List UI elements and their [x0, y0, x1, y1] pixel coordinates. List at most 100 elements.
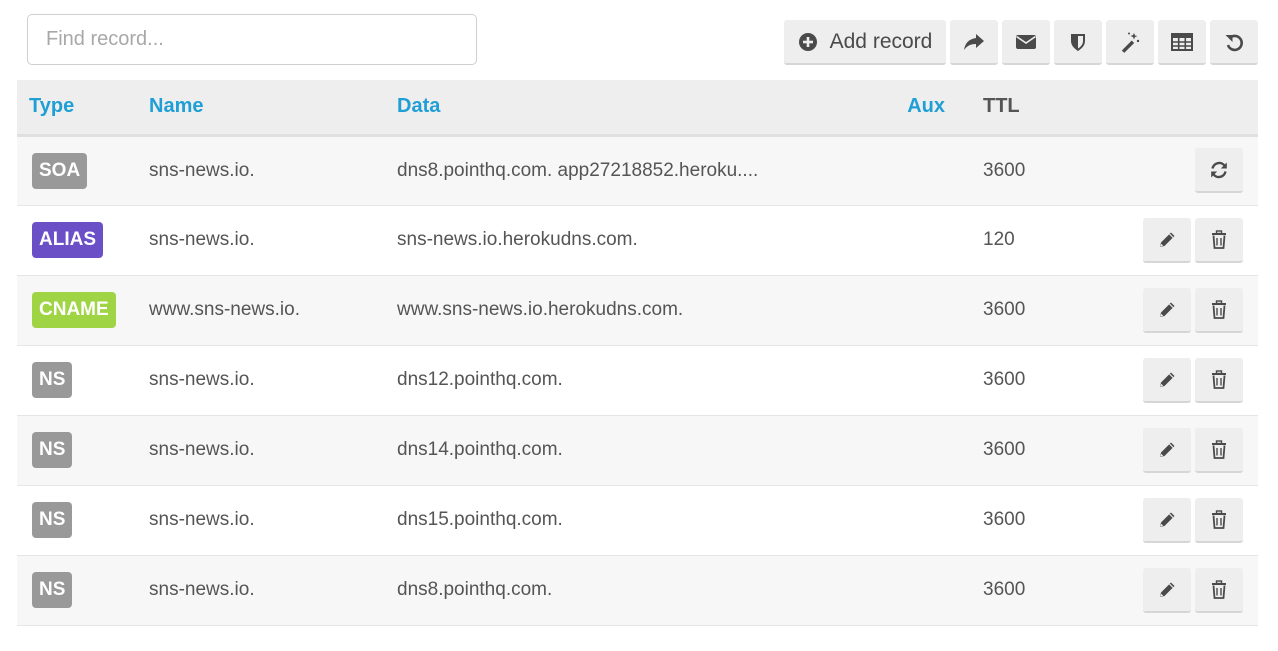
email-button[interactable] [1002, 20, 1050, 65]
edit-button[interactable] [1143, 427, 1191, 473]
column-header-data[interactable]: Data [397, 80, 890, 135]
column-header-actions [1103, 80, 1258, 135]
data-cell: dns15.pointhq.com. [397, 509, 563, 530]
edit-button[interactable] [1143, 357, 1191, 403]
type-cell: NS [17, 415, 149, 485]
record-type-badge: CNAME [32, 292, 116, 328]
table-icon [1171, 32, 1193, 51]
type-cell: NS [17, 345, 149, 415]
data-cell: dns12.pointhq.com. [397, 369, 563, 390]
name-cell: sns-news.io. [149, 439, 255, 460]
delete-button[interactable] [1195, 567, 1243, 613]
record-type-badge: NS [32, 502, 73, 538]
name-cell: sns-news.io. [149, 229, 255, 250]
templates-button[interactable] [1106, 20, 1154, 65]
zone-file-button[interactable] [1158, 20, 1206, 65]
pencil-icon [1158, 440, 1177, 459]
edit-button[interactable] [1143, 567, 1191, 613]
actions-cell [1103, 275, 1258, 345]
share-button[interactable] [950, 20, 998, 65]
trash-icon [1211, 229, 1227, 249]
pencil-icon [1158, 300, 1177, 319]
trash-icon [1211, 299, 1227, 319]
refresh-button[interactable] [1195, 148, 1243, 193]
delete-button[interactable] [1195, 427, 1243, 473]
trash-icon [1211, 439, 1227, 459]
column-header-name[interactable]: Name [149, 80, 397, 135]
records-table: Type Name Data Aux TTL SOA sns-news.io. … [17, 80, 1258, 626]
share-icon [964, 33, 984, 50]
plus-circle-icon [798, 32, 817, 51]
name-cell: www.sns-news.io. [149, 299, 300, 320]
record-type-badge: SOA [32, 152, 88, 189]
delete-button[interactable] [1195, 497, 1243, 543]
add-record-button[interactable]: Add record [784, 20, 946, 65]
toolbar: Add record [784, 20, 1258, 65]
delete-button[interactable] [1195, 357, 1243, 403]
name-cell: sns-news.io. [149, 579, 255, 600]
trash-icon [1211, 509, 1227, 529]
edit-button[interactable] [1143, 287, 1191, 333]
trash-icon [1211, 369, 1227, 389]
aux-cell [890, 275, 983, 345]
table-header-row: Type Name Data Aux TTL [17, 80, 1258, 135]
ttl-cell: 3600 [983, 509, 1026, 530]
record-type-badge: NS [32, 572, 73, 608]
pencil-icon [1158, 230, 1177, 249]
aux-cell [890, 485, 983, 555]
ttl-cell: 3600 [983, 579, 1026, 600]
magic-wand-icon [1121, 32, 1140, 53]
aux-cell [890, 555, 983, 625]
pencil-icon [1158, 370, 1177, 389]
table-row: ALIAS sns-news.io. sns-news.io.herokudns… [17, 205, 1258, 275]
ttl-cell: 3600 [983, 369, 1026, 390]
type-cell: CNAME [17, 275, 149, 345]
search-input[interactable] [27, 14, 477, 65]
actions-cell [1103, 555, 1258, 625]
record-type-badge: NS [32, 432, 73, 468]
edit-button[interactable] [1143, 497, 1191, 543]
aux-cell [890, 415, 983, 485]
column-header-type[interactable]: Type [17, 80, 149, 135]
table-row: SOA sns-news.io. dns8.pointhq.com. app27… [17, 135, 1258, 205]
actions-cell [1103, 205, 1258, 275]
undo-button[interactable] [1210, 20, 1258, 65]
type-cell: SOA [17, 135, 149, 205]
actions-cell [1103, 345, 1258, 415]
actions-cell [1103, 135, 1258, 205]
delete-button[interactable] [1195, 287, 1243, 333]
record-type-badge: NS [32, 362, 73, 398]
actions-cell [1103, 415, 1258, 485]
ttl-cell: 3600 [983, 159, 1026, 181]
type-cell: NS [17, 485, 149, 555]
trash-icon [1211, 579, 1227, 599]
table-row: NS sns-news.io. dns12.pointhq.com. 3600 [17, 345, 1258, 415]
edit-button[interactable] [1143, 217, 1191, 263]
aux-cell [890, 135, 983, 205]
ttl-cell: 3600 [983, 299, 1026, 320]
column-header-aux[interactable]: Aux [890, 80, 983, 135]
table-row: NS sns-news.io. dns8.pointhq.com. 3600 [17, 555, 1258, 625]
data-cell: dns8.pointhq.com. app27218852.heroku.... [397, 159, 759, 181]
data-cell: www.sns-news.io.herokudns.com. [397, 299, 684, 320]
pencil-icon [1158, 510, 1177, 529]
delete-button[interactable] [1195, 217, 1243, 263]
refresh-icon [1209, 160, 1229, 180]
ttl-cell: 120 [983, 229, 1015, 250]
aux-cell [890, 205, 983, 275]
type-cell: NS [17, 555, 149, 625]
shield-icon [1071, 33, 1085, 51]
envelope-icon [1016, 34, 1036, 49]
record-type-badge: ALIAS [32, 222, 103, 258]
data-cell: dns14.pointhq.com. [397, 439, 563, 460]
add-record-label: Add record [829, 29, 933, 53]
undo-icon [1225, 34, 1243, 51]
name-cell: sns-news.io. [149, 509, 255, 530]
dnssec-button[interactable] [1054, 20, 1102, 65]
type-cell: ALIAS [17, 205, 149, 275]
table-row: NS sns-news.io. dns14.pointhq.com. 3600 [17, 415, 1258, 485]
name-cell: sns-news.io. [149, 369, 255, 390]
table-row: NS sns-news.io. dns15.pointhq.com. 3600 [17, 485, 1258, 555]
ttl-cell: 3600 [983, 439, 1026, 460]
name-cell: sns-news.io. [149, 159, 255, 181]
